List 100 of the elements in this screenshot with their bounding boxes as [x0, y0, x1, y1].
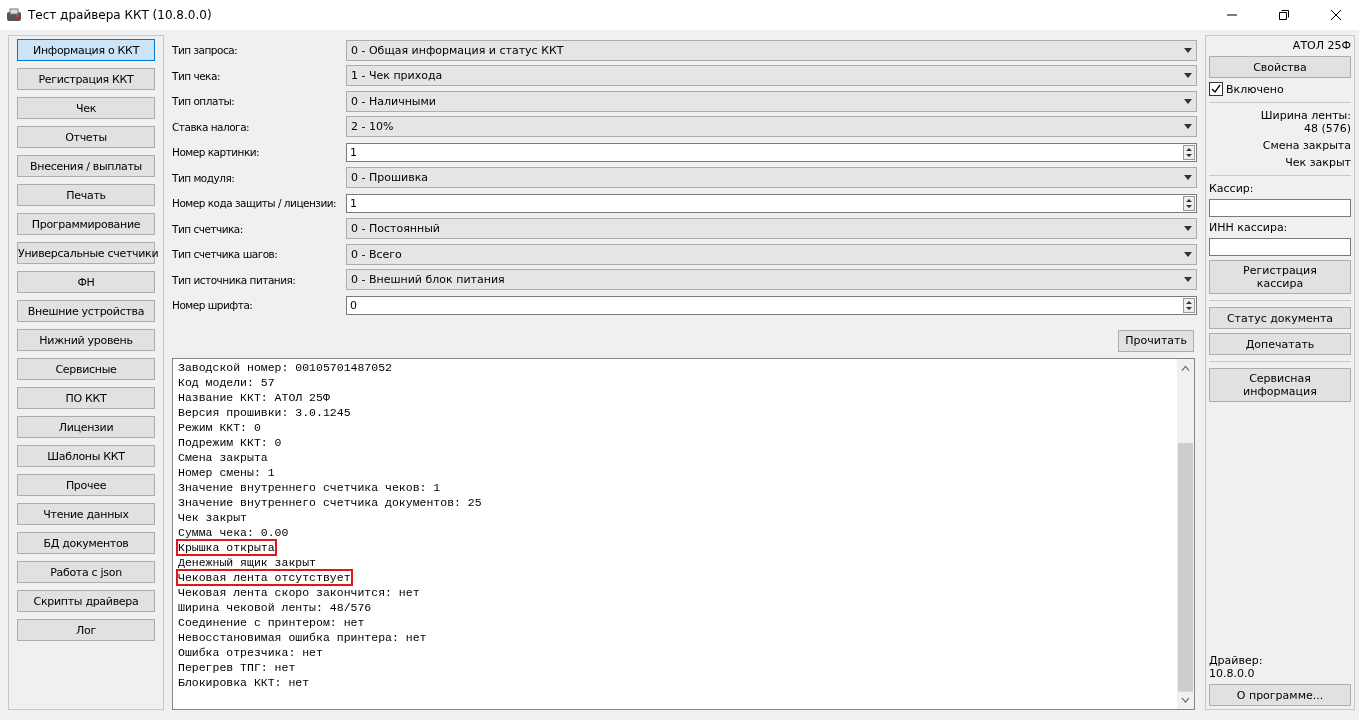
nav-button[interactable]: Регистрация ККТ [17, 68, 155, 90]
field-label: Тип запроса: [172, 44, 238, 57]
nav-button[interactable]: Отчеты [17, 126, 155, 148]
output-line: Соединение с принтером: нет [177, 614, 366, 630]
field-label: Тип счетчика: [172, 222, 243, 235]
field-label: Тип счетчика шагов: [172, 248, 278, 261]
field-label: Номер кода защиты / лицензии: [172, 197, 337, 210]
dropdown[interactable]: 0 - Постоянный [346, 218, 1197, 240]
nav-button[interactable]: ПО ККТ [17, 387, 155, 409]
output-line: Ширина чековой ленты: 48/576 [177, 599, 373, 615]
nav-button[interactable]: Лог [17, 619, 155, 641]
driver-label: Драйвер: [1209, 654, 1264, 667]
restore-icon [1279, 10, 1289, 20]
output-line: Перегрев ТПГ: нет [177, 659, 297, 675]
dropdown[interactable]: 1 - Чек прихода [346, 65, 1197, 87]
dropdown-arrow-icon [1184, 175, 1192, 181]
output-line: Ошибка отрезчика: нет [177, 644, 324, 660]
output-line: Невосстановимая ошибка принтера: нет [177, 629, 428, 645]
nav-button[interactable]: Работа с json [17, 561, 155, 583]
dropdown[interactable]: 0 - Прошивка [346, 167, 1197, 189]
field-label: Тип источника питания: [172, 273, 296, 286]
dropdown-arrow-icon [1184, 98, 1192, 104]
enabled-checkbox[interactable]: Включено [1209, 82, 1351, 96]
dropdown-arrow-icon [1184, 251, 1192, 257]
dropdown[interactable]: 0 - Наличными [346, 90, 1197, 112]
output-line: Денежный ящик закрыт [177, 554, 318, 570]
nav-button[interactable]: БД документов [17, 532, 155, 554]
cashier-inn-label: ИНН кассира: [1209, 221, 1289, 234]
spin-field[interactable]: 1 [346, 142, 1197, 162]
nav-button[interactable]: Скрипты драйвера [17, 590, 155, 612]
field-label: Тип модуля: [172, 171, 235, 184]
output-line: Чековая лента скоро закончится: нет [177, 584, 421, 600]
nav-button[interactable]: Чтение данных [17, 503, 155, 525]
nav-button[interactable]: Шаблоны ККТ [17, 445, 155, 467]
field-label: Тип оплаты: [172, 95, 235, 108]
output-line: Номер смены: 1 [177, 464, 276, 480]
output-line: Значение внутреннего счетчика чеков: 1 [177, 479, 442, 495]
dropdown[interactable]: 0 - Внешний блок питания [346, 269, 1197, 291]
close-icon [1331, 10, 1341, 20]
model-name: АТОЛ 25Ф [1291, 39, 1351, 52]
read-button[interactable]: Прочитать [1118, 329, 1194, 352]
field-label: Тип чека: [172, 69, 220, 82]
nav-button[interactable]: Сервисные [17, 358, 155, 380]
scrollbar[interactable] [1177, 358, 1194, 709]
window-title: Тест драйвера ККТ (10.8.0.0) [28, 8, 213, 22]
output-line: Версия прошивки: 3.0.1245 [177, 404, 352, 420]
dropdown[interactable]: 2 - 10% [346, 116, 1197, 138]
output-line: Подрежим ККТ: 0 [177, 434, 283, 450]
output-line: Название ККТ: АТОЛ 25Ф [177, 389, 331, 405]
output-line: Значение внутреннего счетчика документов: 25 [177, 494, 483, 510]
nav-button[interactable]: Программирование [17, 213, 155, 235]
dropdown-arrow-icon [1184, 226, 1192, 232]
spin-field[interactable]: 0 [346, 295, 1197, 315]
nav-button[interactable]: Печать [17, 184, 155, 206]
output-line: Смена закрыта [177, 449, 269, 465]
printer-icon [6, 8, 22, 22]
output-line: Блокировка ККТ: нет [177, 674, 311, 690]
dropdown-arrow-icon [1184, 124, 1192, 130]
nav-button[interactable]: Внесения / выплаты [17, 155, 155, 177]
dropdown-arrow-icon [1184, 277, 1192, 283]
output-line: Крышка открыта [177, 539, 276, 555]
spin-field[interactable]: 1 [346, 193, 1197, 213]
register-cashier-button[interactable]: Регистрация кассира [1209, 260, 1351, 294]
nav-button[interactable]: ФН [17, 271, 155, 293]
nav-button[interactable]: Лицензии [17, 416, 155, 438]
spin-arrows-icon [1183, 195, 1195, 211]
output-line: Режим ККТ: 0 [177, 419, 262, 435]
nav-button[interactable]: Прочее [17, 474, 155, 496]
nav-button[interactable]: Информация о ККТ [17, 39, 155, 61]
tape-width-value: 48 (576) [1302, 122, 1351, 135]
nav-button[interactable]: Чек [17, 97, 155, 119]
document-status-button[interactable]: Статус документа [1209, 307, 1351, 329]
output-line: Чековая лента отсутствует [177, 569, 352, 585]
field-label: Номер картинки: [172, 146, 260, 159]
output-line: Заводской номер: 00105701487052 [177, 359, 393, 375]
about-button[interactable]: О программе... [1209, 684, 1351, 706]
reprint-button[interactable]: Допечатать [1209, 333, 1351, 355]
receipt-status: Чек закрыт [1284, 156, 1351, 169]
service-info-button[interactable]: Сервисная информация [1209, 368, 1351, 402]
output-line: Чек закрыт [177, 509, 248, 525]
dropdown[interactable]: 0 - Всего [346, 243, 1197, 265]
output-line: Сумма чека: 0.00 [177, 524, 290, 540]
dropdown-arrow-icon [1184, 47, 1192, 53]
spin-arrows-icon [1183, 297, 1195, 313]
field-label: Номер шрифта: [172, 299, 253, 312]
tape-width-label: Ширина ленты: [1259, 109, 1351, 122]
checkbox[interactable] [1209, 82, 1223, 96]
cashier-label: Кассир: [1209, 182, 1255, 195]
field-label: Ставка налога: [172, 120, 250, 133]
shift-status: Смена закрыта [1261, 139, 1351, 152]
nav-button[interactable]: Нижний уровень [17, 329, 155, 351]
cashier-inn-field[interactable] [1209, 238, 1351, 256]
dropdown[interactable]: 0 - Общая информация и статус ККТ [346, 39, 1197, 61]
nav-button[interactable]: Внешние устройства [17, 300, 155, 322]
properties-button[interactable]: Свойства [1209, 56, 1351, 78]
output-line: Код модели: 57 [177, 374, 276, 390]
dropdown-arrow-icon [1184, 73, 1192, 79]
spin-arrows-icon [1183, 144, 1195, 160]
cashier-field[interactable] [1209, 199, 1351, 217]
driver-version: 10.8.0.0 [1209, 667, 1256, 680]
